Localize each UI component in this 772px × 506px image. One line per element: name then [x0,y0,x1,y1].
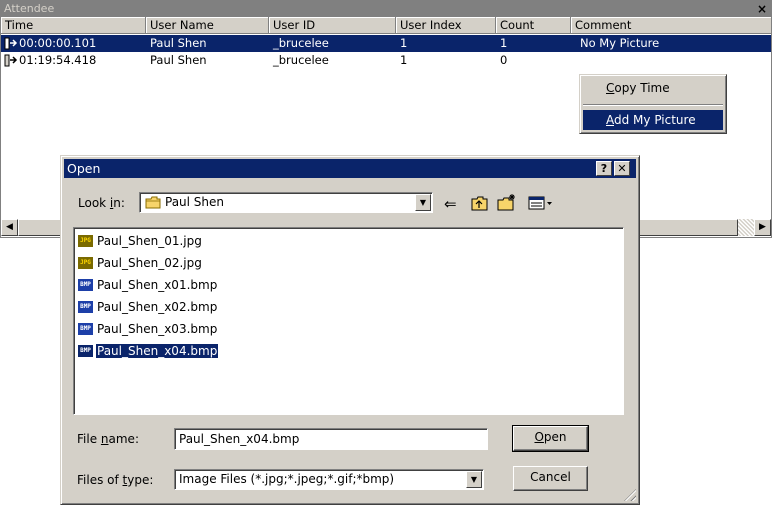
cell-user-index: 1 [400,36,408,50]
view-menu-icon[interactable] [528,196,554,211]
cell-user-index: 1 [400,53,408,67]
open-dialog: Open ? ✕ Look in: Paul Shen ▼ ⇐ JPG Paul… [60,155,640,505]
column-header-count[interactable]: Count [496,17,571,34]
menu-item-copy-time[interactable]: Copy Time [583,78,723,98]
resize-grip-icon[interactable] [624,489,636,501]
file-item[interactable]: JPG Paul_Shen_02.jpg [78,255,203,272]
help-icon[interactable]: ? [596,161,612,176]
context-menu: Copy Time Add My Picture [579,74,727,134]
folder-icon [145,196,161,209]
scroll-left-icon[interactable]: ◀ [1,219,18,236]
look-in-label: Look in: [78,195,125,211]
file-item[interactable]: BMP Paul_Shen_x01.bmp [78,277,218,294]
chevron-down-icon[interactable]: ▼ [466,471,482,488]
attendee-row[interactable]: 00:00:00.101 Paul Shen _brucelee 1 1 No … [1,35,771,52]
file-name-label: File name: [77,431,139,447]
look-in-combo[interactable]: Paul Shen ▼ [139,192,433,213]
menu-item-label: dd My Picture [614,113,696,127]
label-part: File [77,432,101,446]
cell-user-id: _brucelee [273,53,329,67]
back-arrow-icon[interactable]: ⇐ [444,194,457,214]
file-item[interactable]: BMP Paul_Shen_x03.bmp [78,321,218,338]
cell-user-id: _brucelee [273,36,329,50]
bmp-file-icon: BMP [78,345,93,357]
file-name: Paul_Shen_02.jpg [97,256,202,270]
file-list[interactable]: JPG Paul_Shen_01.jpg JPG Paul_Shen_02.jp… [73,227,624,415]
file-item[interactable]: BMP Paul_Shen_x02.bmp [78,299,218,316]
bmp-file-icon: BMP [78,301,93,313]
file-item-selected[interactable]: BMP Paul_Shen_x04.bmp [78,343,220,360]
dialog-titlebar[interactable]: Open ? ✕ [64,159,636,178]
label-part: ame: [108,432,139,446]
dialog-title: Open [67,161,101,176]
button-label: pen [543,430,567,444]
file-type-value: Image Files (*.jpg;*.jpeg;*.gif;*bmp) [179,472,395,486]
file-name: Paul_Shen_01.jpg [97,234,202,248]
jpg-file-icon: JPG [78,235,93,247]
column-header-user-index[interactable]: User Index [396,17,496,34]
panel-title: Attendee [1,1,771,17]
cell-comment [576,52,766,69]
menu-item-label: opy Time [614,81,670,95]
panel-close-icon[interactable]: × [757,1,767,17]
file-name-value: Paul_Shen_x04.bmp [179,432,300,446]
file-name: Paul_Shen_x01.bmp [97,278,218,292]
open-button[interactable]: Open [512,425,589,452]
label-part: Files of [77,473,123,487]
label-part: Look [78,196,110,210]
cell-comment: No My Picture [580,36,660,50]
cell-count: 0 [500,53,508,67]
bmp-file-icon: BMP [78,279,93,291]
file-name: Paul_Shen_x03.bmp [97,322,218,336]
file-name-field[interactable]: Paul_Shen_x04.bmp [174,428,488,450]
attendee-row[interactable]: 01:19:54.418 Paul Shen _brucelee 1 0 [1,52,771,69]
cell-time: 00:00:00.101 [19,36,97,50]
label-mnemonic: n [100,432,109,446]
chevron-down-icon[interactable]: ▼ [415,194,431,211]
file-type-label: Files of type: [77,472,153,488]
new-folder-icon[interactable] [497,194,517,211]
label-part: ype: [127,473,154,487]
cell-count: 1 [500,36,508,50]
label-part: n: [113,196,125,210]
look-in-value: Paul Shen [165,195,225,209]
up-folder-icon[interactable] [471,196,489,211]
file-item[interactable]: JPG Paul_Shen_01.jpg [78,233,203,250]
column-header-time[interactable]: Time [1,17,146,34]
file-type-combo[interactable]: Image Files (*.jpg;*.jpeg;*.gif;*bmp) ▼ [174,469,484,490]
jpg-file-icon: JPG [78,257,93,269]
menu-item-add-my-picture[interactable]: Add My Picture [583,110,723,130]
file-name: Paul_Shen_x02.bmp [97,300,218,314]
cancel-button[interactable]: Cancel [513,466,588,491]
button-mnemonic: O [534,430,544,444]
menu-mnemonic: A [606,113,614,127]
column-header-user-name[interactable]: User Name [146,17,269,34]
column-header-row: Time User Name User ID User Index Count … [1,17,771,34]
cell-time: 01:19:54.418 [19,53,97,67]
file-name: Paul_Shen_x04.bmp [94,343,220,359]
close-icon[interactable]: ✕ [614,161,630,176]
column-header-user-id[interactable]: User ID [269,17,396,34]
menu-separator [583,104,723,106]
bmp-file-icon: BMP [78,323,93,335]
cell-user-name: Paul Shen [150,36,207,50]
column-header-comment[interactable]: Comment [571,17,771,34]
cell-user-name: Paul Shen [150,53,207,67]
scroll-right-icon[interactable]: ▶ [754,219,771,236]
